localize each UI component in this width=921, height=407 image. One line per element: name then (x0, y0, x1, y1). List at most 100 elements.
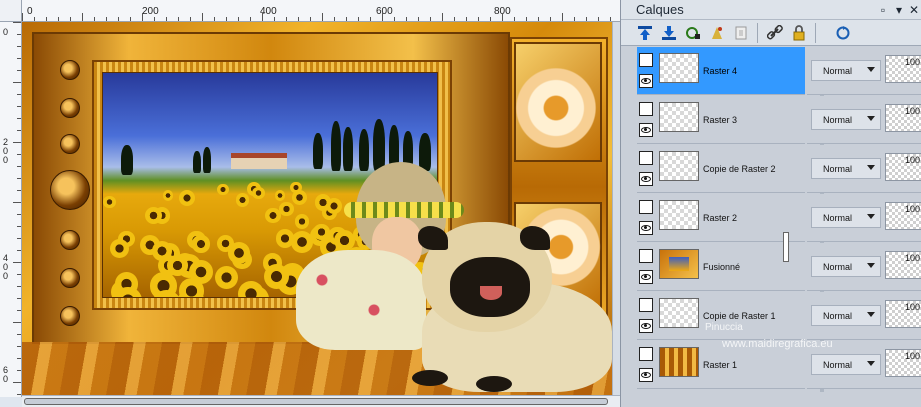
toolbar-separator (757, 23, 758, 43)
layer-group-icon[interactable] (639, 347, 653, 361)
visibility-eye-icon[interactable] (639, 123, 653, 137)
blend-mode-dropdown[interactable]: Normal (811, 60, 881, 81)
layer-name: Copie de Raster 2 (703, 164, 776, 174)
horizontal-scrollbar[interactable] (22, 395, 620, 407)
opacity-field[interactable]: 100 (885, 300, 921, 328)
link-icon[interactable] (765, 23, 785, 43)
tree (193, 151, 201, 173)
blend-mode-value: Normal (823, 311, 853, 321)
layer-properties: Normal 100 (807, 194, 921, 242)
ruler-tick (22, 13, 23, 21)
layer-row[interactable]: Copie de Raster 1 Normal 100 (637, 292, 921, 341)
layer-name-area[interactable]: Raster 2 (637, 194, 805, 242)
ruler-tick (538, 17, 539, 21)
chevron-down-icon[interactable]: ▾ (892, 3, 906, 17)
mask-icon[interactable] (707, 23, 727, 43)
layer-row[interactable]: Raster 4 Normal 100 (637, 47, 921, 96)
horizontal-ruler: 0 200 400 600 800 (22, 0, 620, 22)
layer-group-icon[interactable] (639, 298, 653, 312)
blend-mode-dropdown[interactable]: Normal (811, 354, 881, 375)
pug-paw (412, 370, 448, 386)
layer-row[interactable]: Copie de Raster 2 Normal 100 (637, 145, 921, 194)
visibility-eye-icon[interactable] (639, 319, 653, 333)
stud-ornament (60, 60, 80, 80)
palette-menu-icon[interactable]: ▫ (876, 3, 890, 17)
opacity-field[interactable]: 100 (885, 202, 921, 230)
layer-name-area[interactable]: Copie de Raster 2 (637, 145, 805, 193)
layer-row[interactable]: Raster 3 Normal 100 (637, 96, 921, 145)
pug-tongue (480, 286, 502, 300)
ruler-tick (17, 286, 21, 287)
ruler-tick (514, 17, 515, 21)
ruler-label: 2 0 0 (3, 137, 9, 165)
sunflower (252, 186, 265, 199)
blend-mode-dropdown[interactable]: Normal (811, 109, 881, 130)
opacity-field[interactable]: 100 (885, 55, 921, 83)
layer-group-icon[interactable] (639, 249, 653, 263)
ruler-tick (190, 17, 191, 21)
opacity-field[interactable]: 100 (885, 104, 921, 132)
layer-row[interactable]: Fusionné Normal 100 (637, 243, 921, 292)
merge-icon[interactable] (731, 23, 751, 43)
blend-mode-dropdown[interactable]: Normal (811, 158, 881, 179)
layer-name-area[interactable]: Raster 3 (637, 96, 805, 144)
vertical-ruler: 0 2 0 0 4 0 0 6 0 (0, 22, 22, 397)
stud-ornament (60, 230, 80, 250)
splitter-handle[interactable] (783, 232, 789, 262)
layer-name-area[interactable]: Raster 4 (637, 47, 805, 95)
lock-icon[interactable] (789, 23, 809, 43)
layer-group-icon[interactable] (639, 151, 653, 165)
layer-group-icon[interactable] (639, 200, 653, 214)
ruler-tick (94, 17, 95, 21)
move-layer-up-icon[interactable] (635, 23, 655, 43)
opacity-field[interactable]: 100 (885, 251, 921, 279)
ruler-tick (286, 17, 287, 21)
eye-shape (641, 372, 651, 378)
ruler-tick (562, 13, 563, 21)
layer-name: Copie de Raster 1 (703, 311, 776, 321)
image-canvas[interactable] (22, 22, 612, 395)
ruler-tick (17, 310, 21, 311)
opacity-field[interactable]: 100 (885, 349, 921, 377)
ruler-tick (17, 214, 21, 215)
pug-ear (418, 226, 448, 250)
palette-titlebar: Calques ▫ ▾ ✕ (621, 0, 921, 20)
ruler-tick (418, 17, 419, 21)
blend-mode-dropdown[interactable]: Normal (811, 256, 881, 277)
stud-ornament (60, 268, 80, 288)
sunflower (237, 280, 265, 297)
opacity-value: 100 (904, 302, 920, 312)
refresh-icon[interactable] (833, 23, 853, 43)
layer-name-area[interactable]: Fusionné (637, 243, 805, 291)
move-layer-down-icon[interactable] (659, 23, 679, 43)
ruler-tick (17, 166, 21, 167)
visibility-eye-icon[interactable] (639, 221, 653, 235)
opacity-value: 100 (904, 57, 920, 67)
close-icon[interactable]: ✕ (907, 3, 921, 17)
sunflower (215, 266, 239, 290)
blend-mode-dropdown[interactable]: Normal (811, 207, 881, 228)
ruler-tick (17, 190, 21, 191)
ruler-tick (274, 17, 275, 21)
layer-row[interactable]: Raster 2 Normal 100 (637, 194, 921, 243)
stud-ornament (60, 134, 80, 154)
layer-name: Raster 3 (703, 115, 738, 125)
visibility-eye-icon[interactable] (639, 172, 653, 186)
blend-mode-dropdown[interactable]: Normal (811, 305, 881, 326)
visibility-eye-icon[interactable] (639, 270, 653, 284)
eye-shape (641, 127, 651, 133)
visibility-eye-icon[interactable] (639, 368, 653, 382)
layer-thumbnail (659, 347, 699, 377)
layer-group-icon[interactable] (639, 102, 653, 116)
opacity-field[interactable]: 100 (885, 153, 921, 181)
ruler-tick (17, 94, 21, 95)
ruler-tick (17, 346, 21, 347)
layer-group-icon[interactable] (639, 53, 653, 67)
visibility-eye-icon[interactable] (639, 74, 653, 88)
layer-properties-icon[interactable] (683, 23, 703, 43)
scrollbar-thumb[interactable] (24, 398, 608, 405)
ruler-tick (394, 17, 395, 21)
tree (121, 145, 133, 175)
eye-shape (641, 78, 651, 84)
opacity-value: 100 (904, 204, 920, 214)
